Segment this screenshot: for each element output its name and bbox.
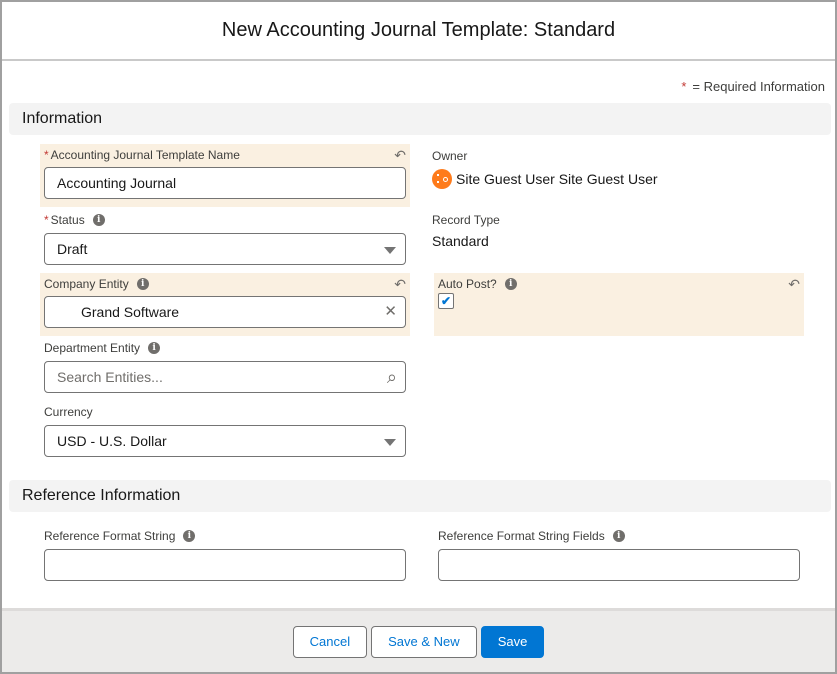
reference-format-string-fields-label-text: Reference Format String Fields (438, 529, 605, 543)
save-and-new-button[interactable]: Save & New (371, 625, 477, 658)
auto-post-label-text: Auto Post? (438, 276, 497, 291)
field-company-entity: Company Entity i ↶ Grand Software ✕ (40, 273, 410, 336)
field-owner: Owner Site Guest User Site Guest User (432, 147, 802, 197)
auto-post-label: Auto Post? i (434, 273, 804, 291)
required-note-text: = Required Information (692, 79, 825, 94)
department-entity-placeholder: Search Entities... (57, 369, 163, 385)
field-reference-format-string: Reference Format String i (40, 527, 410, 583)
company-entity-value: Grand Software (81, 304, 180, 320)
chevron-down-icon (384, 247, 396, 254)
modal-header: New Accounting Journal Template: Standar… (2, 2, 835, 61)
record-type-value: Standard (432, 233, 489, 249)
modal-footer: Cancel Save & New Save (2, 608, 835, 672)
required-star: * (44, 147, 49, 162)
department-entity-search-input[interactable]: Search Entities... ⌕ (44, 361, 406, 393)
field-template-name: * Accounting Journal Template Name ↶ Acc… (40, 144, 410, 207)
required-star: * (681, 79, 687, 94)
field-currency: Currency USD - U.S. Dollar (40, 403, 410, 459)
search-icon[interactable]: ⌕ (387, 362, 397, 392)
required-star: * (44, 213, 49, 227)
info-icon[interactable]: i (504, 277, 517, 290)
field-status: * Status i Draft (40, 211, 410, 267)
auto-post-checkbox[interactable]: ✔ (438, 293, 454, 309)
info-icon[interactable]: i (136, 277, 149, 290)
reference-format-string-label-text: Reference Format String (44, 529, 176, 543)
template-name-value: Accounting Journal (57, 175, 177, 191)
field-auto-post: Auto Post? i ↶ ✔ (434, 273, 804, 336)
reference-format-string-fields-input[interactable] (438, 549, 800, 581)
new-record-modal: New Accounting Journal Template: Standar… (0, 0, 837, 674)
currency-value: USD - U.S. Dollar (57, 433, 167, 449)
info-icon[interactable]: i (148, 342, 161, 354)
user-avatar-icon (432, 169, 452, 189)
cancel-button[interactable]: Cancel (292, 625, 368, 658)
info-icon[interactable]: i (612, 530, 625, 542)
template-name-label-text: Accounting Journal Template Name (50, 147, 240, 162)
status-label: * Status i (40, 211, 410, 229)
check-icon: ✔ (440, 294, 452, 308)
status-label-text: Status (50, 213, 85, 227)
section-header-reference-information[interactable]: Reference Information (9, 480, 831, 512)
reference-format-string-label: Reference Format String i (40, 527, 410, 545)
currency-label: Currency (40, 403, 410, 421)
reference-format-string-input[interactable] (44, 549, 406, 581)
currency-label-text: Currency (44, 405, 93, 419)
company-entity-lookup[interactable]: Grand Software ✕ (44, 296, 406, 328)
record-type-label: Record Type (432, 213, 500, 227)
info-icon[interactable]: i (92, 214, 105, 226)
field-record-type: Record Type Standard (432, 211, 802, 261)
chevron-down-icon (384, 439, 396, 446)
owner-name[interactable]: Site Guest User Site Guest User (456, 171, 658, 187)
status-select[interactable]: Draft (44, 233, 406, 265)
modal-body: * = Required Information Information * Ac… (2, 61, 835, 608)
template-name-input[interactable]: Accounting Journal (44, 167, 406, 199)
field-department-entity: Department Entity i Search Entities... ⌕ (40, 339, 410, 395)
field-reference-format-string-fields: Reference Format String Fields i (434, 527, 804, 583)
owner-label: Owner (432, 149, 468, 163)
save-button[interactable]: Save (480, 625, 545, 658)
company-entity-label-text: Company Entity (44, 276, 129, 291)
info-icon[interactable]: i (183, 530, 196, 542)
modal-title: New Accounting Journal Template: Standar… (221, 19, 616, 41)
department-entity-label-text: Department Entity (44, 341, 141, 355)
undo-icon[interactable]: ↶ (394, 276, 406, 293)
company-entity-label: Company Entity i (40, 273, 410, 291)
undo-icon[interactable]: ↶ (788, 276, 800, 293)
section-header-information[interactable]: Information (9, 103, 831, 135)
status-value: Draft (57, 241, 88, 257)
reference-format-string-fields-label: Reference Format String Fields i (434, 527, 804, 545)
department-entity-label: Department Entity i (40, 339, 410, 357)
owner-value[interactable]: Site Guest User Site Guest User (432, 169, 802, 189)
clear-icon[interactable]: ✕ (384, 297, 397, 327)
template-name-label: * Accounting Journal Template Name (40, 144, 410, 162)
required-information-note: * = Required Information (681, 79, 825, 94)
undo-icon[interactable]: ↶ (394, 147, 406, 164)
currency-select[interactable]: USD - U.S. Dollar (44, 425, 406, 457)
